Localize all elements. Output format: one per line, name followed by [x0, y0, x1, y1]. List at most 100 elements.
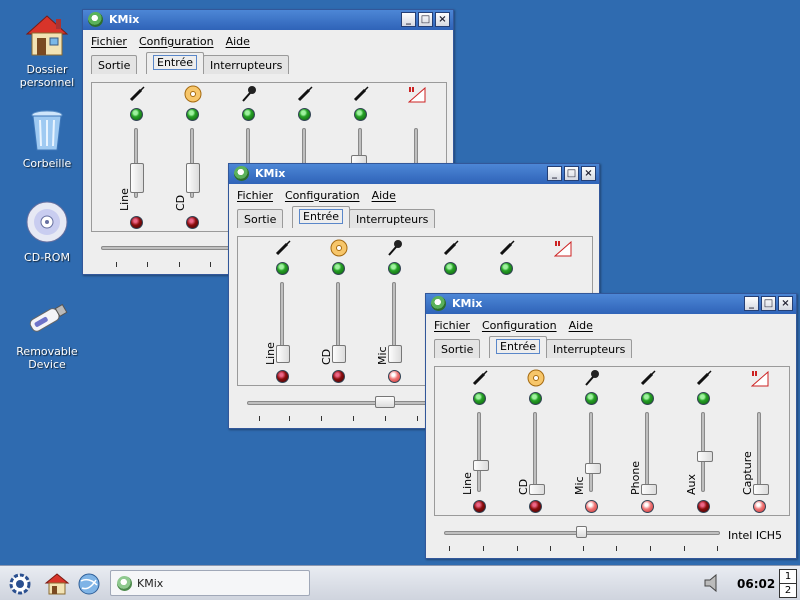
maximize-button[interactable]: □	[418, 12, 433, 27]
volume-track[interactable]	[477, 412, 481, 492]
desktop-icon-label: Device	[28, 358, 66, 371]
mute-led[interactable]	[332, 262, 345, 275]
taskbar: KMix 06:02 1 2	[0, 565, 800, 600]
pager-desktop-2[interactable]: 2	[780, 584, 796, 598]
close-button[interactable]: ×	[778, 296, 793, 311]
mute-led[interactable]	[298, 108, 311, 121]
menu-fichier[interactable]: Fichier	[237, 189, 273, 202]
record-led[interactable]	[130, 216, 143, 229]
desktop-icon-home[interactable]: Dossier personnel	[12, 12, 82, 89]
mute-led[interactable]	[500, 262, 513, 275]
channel-capture: Capture	[739, 367, 779, 517]
tab-sortie[interactable]: Sortie	[91, 55, 138, 74]
tab-entree[interactable]: Entrée	[292, 206, 351, 228]
record-led[interactable]	[753, 500, 766, 513]
volume-slider-thumb[interactable]	[529, 484, 545, 495]
record-led[interactable]	[473, 500, 486, 513]
balance-slider-thumb[interactable]	[576, 526, 587, 538]
menu-configuration[interactable]: Configuration	[482, 319, 557, 332]
tab-entree[interactable]: Entrée	[489, 336, 548, 358]
record-led[interactable]	[332, 370, 345, 383]
titlebar[interactable]: KMix _ □ ×	[229, 164, 599, 184]
home-launcher[interactable]	[44, 571, 70, 597]
volume-tray[interactable]	[702, 573, 722, 593]
mute-led[interactable]	[529, 392, 542, 405]
record-led[interactable]	[186, 216, 199, 229]
volume-track[interactable]	[645, 412, 649, 492]
volume-slider-thumb[interactable]	[753, 484, 769, 495]
volume-slider-thumb[interactable]	[388, 345, 402, 363]
mute-led[interactable]	[473, 392, 486, 405]
minimize-button[interactable]: _	[547, 166, 562, 181]
mute-led[interactable]	[186, 108, 199, 121]
balance-slider-thumb[interactable]	[375, 396, 395, 408]
volume-slider-thumb[interactable]	[332, 345, 346, 363]
volume-track[interactable]	[589, 412, 593, 492]
cd-icon	[330, 239, 348, 257]
menu-fichier[interactable]: Fichier	[434, 319, 470, 332]
taskbar-item-label: KMix	[137, 577, 164, 590]
k-menu-button[interactable]	[6, 571, 34, 597]
volume-slider-thumb[interactable]	[641, 484, 657, 495]
window-title: KMix	[452, 297, 483, 310]
record-led[interactable]	[276, 370, 289, 383]
channel-mic: Mic	[374, 237, 414, 387]
channel-label: CD	[320, 348, 333, 365]
menu-aide[interactable]: Aide	[372, 189, 396, 202]
clock[interactable]: 06:02	[737, 577, 775, 591]
menu-aide[interactable]: Aide	[569, 319, 593, 332]
minimize-button[interactable]: _	[401, 12, 416, 27]
mute-led[interactable]	[242, 108, 255, 121]
menu-configuration[interactable]: Configuration	[139, 35, 214, 48]
record-led[interactable]	[388, 370, 401, 383]
volume-slider-thumb[interactable]	[276, 345, 290, 363]
record-led[interactable]	[697, 500, 710, 513]
tab-sortie[interactable]: Sortie	[434, 339, 481, 358]
desktop-icon-label: CD-ROM	[24, 251, 70, 264]
tab-entree[interactable]: Entrée	[146, 52, 205, 74]
volume-slider-thumb[interactable]	[473, 460, 489, 471]
desktop-icon-cdrom[interactable]: CD-ROM	[12, 200, 82, 264]
volume-track[interactable]	[757, 412, 761, 492]
close-button[interactable]: ×	[581, 166, 596, 181]
volume-slider-thumb[interactable]	[186, 163, 200, 193]
minimize-button[interactable]: _	[744, 296, 759, 311]
titlebar[interactable]: KMix _ □ ×	[83, 10, 453, 30]
record-led[interactable]	[585, 500, 598, 513]
menu-fichier[interactable]: Fichier	[91, 35, 127, 48]
tab-interrupteurs[interactable]: Interrupteurs	[546, 339, 633, 358]
mute-led[interactable]	[697, 392, 710, 405]
browser-launcher[interactable]	[76, 571, 102, 597]
channel-phone: Phone	[627, 367, 667, 517]
desktop-icon-removable[interactable]: Removable Device	[12, 294, 82, 371]
close-button[interactable]: ×	[435, 12, 450, 27]
menu-aide[interactable]: Aide	[226, 35, 250, 48]
taskbar-item-kmix[interactable]: KMix	[110, 570, 310, 596]
maximize-button[interactable]: □	[564, 166, 579, 181]
mute-led[interactable]	[444, 262, 457, 275]
volume-slider-thumb[interactable]	[130, 163, 144, 193]
volume-slider-thumb[interactable]	[697, 451, 713, 462]
line-jack-icon	[129, 86, 145, 102]
tab-interrupteurs[interactable]: Interrupteurs	[203, 55, 290, 74]
volume-slider-thumb[interactable]	[585, 463, 601, 474]
mute-led[interactable]	[276, 262, 289, 275]
maximize-button[interactable]: □	[761, 296, 776, 311]
mute-led[interactable]	[641, 392, 654, 405]
channel-label: CD	[174, 194, 187, 211]
mute-led[interactable]	[388, 262, 401, 275]
mute-led[interactable]	[130, 108, 143, 121]
record-led[interactable]	[529, 500, 542, 513]
titlebar[interactable]: KMix _ □ ×	[426, 294, 796, 314]
mute-led[interactable]	[354, 108, 367, 121]
tab-sortie[interactable]: Sortie	[237, 209, 284, 228]
tab-label: Entrée	[299, 209, 344, 224]
tab-interrupteurs[interactable]: Interrupteurs	[349, 209, 436, 228]
record-led[interactable]	[641, 500, 654, 513]
volume-track[interactable]	[533, 412, 537, 492]
pager-desktop-1[interactable]: 1	[780, 570, 796, 584]
menu-configuration[interactable]: Configuration	[285, 189, 360, 202]
desktop-icon-trash[interactable]: Corbeille	[12, 106, 82, 170]
channel-line: Line	[116, 83, 156, 233]
mute-led[interactable]	[585, 392, 598, 405]
